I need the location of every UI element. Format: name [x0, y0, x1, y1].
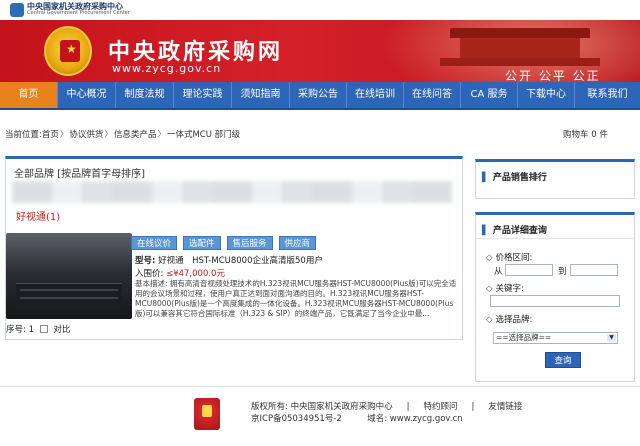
- price-to-label: 到: [558, 267, 567, 277]
- org-name-en: Central Government Procurement Center: [27, 10, 130, 16]
- cart-label: 购物车: [563, 130, 589, 140]
- bullet-icon: ▌: [482, 226, 489, 236]
- sales-ranking-title: 产品销售排行: [492, 173, 547, 183]
- nav-item-downloads[interactable]: 下载中心: [518, 82, 575, 108]
- nav-item-overview[interactable]: 中心概况: [58, 82, 116, 108]
- footer-domain-value: www.zycg.gov.cn: [389, 414, 463, 424]
- nav-item-guides[interactable]: 须知指南: [232, 82, 290, 108]
- online-bargain-button[interactable]: 在线议价: [131, 236, 178, 250]
- breadcrumb-item-agreement[interactable]: 协议供货: [69, 130, 103, 140]
- breadcrumb-item-current: 一体式MCU 部门级: [166, 130, 241, 140]
- price-from-label: 从: [494, 267, 503, 277]
- tiananmen-illustration: [430, 28, 610, 68]
- compare-checkbox[interactable]: [39, 325, 48, 333]
- desc-label: 基本描述:: [135, 279, 168, 288]
- brand-select-label: ◇ 选择品牌:: [486, 315, 533, 325]
- brand-select-value: ==选择品牌==: [496, 333, 552, 342]
- nav-item-regulations[interactable]: 制度法规: [116, 82, 174, 108]
- bullet-icon: ▌: [482, 173, 489, 183]
- product-model: 型号: 好视通 HST-MCU8000企业高清版50用户: [135, 254, 323, 266]
- national-emblem-icon: ★: [44, 26, 92, 76]
- nav-item-announcements[interactable]: 采购公告: [290, 82, 347, 108]
- price-value: ≤¥47,000.0元: [166, 269, 225, 279]
- supplier-button[interactable]: 供应商: [278, 236, 317, 250]
- nav-item-theory[interactable]: 理论实践: [174, 82, 232, 108]
- keyword-input[interactable]: [490, 295, 620, 307]
- chevron-down-icon: ▼: [607, 334, 616, 342]
- site-banner: ★ 中央政府采购网 www.zycg.gov.cn 公开 公平 公正: [0, 20, 640, 82]
- product-price: 入围价: ≤¥47,000.0元: [135, 267, 225, 279]
- diamond-icon: ◇: [486, 284, 493, 294]
- sales-ranking-panel: ▌ 产品销售排行: [475, 159, 635, 199]
- brands-heading: 全部品牌 [按品牌首字母排序]: [14, 169, 145, 180]
- search-button[interactable]: 查询: [545, 352, 581, 368]
- breadcrumb-item-category[interactable]: 信息类产品: [114, 130, 157, 140]
- keyword-label: ◇ 关键字:: [486, 284, 524, 294]
- main-nav: 首页 中心概况 制度法规 理论实践 须知指南 采购公告 在线培训 在线问答 CA…: [0, 82, 640, 110]
- diamond-icon: ◇: [486, 253, 493, 263]
- site-url: www.zycg.gov.cn: [112, 62, 222, 75]
- cart-count: 0: [591, 130, 597, 140]
- org-logo-icon: [10, 3, 24, 17]
- party-emblem-icon: [194, 398, 220, 430]
- nav-item-contact[interactable]: 联系我们: [575, 82, 640, 108]
- footer-copyright: 版权所有: 中央国家机关政府采购中心: [251, 402, 393, 412]
- seq-value: 1: [28, 325, 34, 335]
- price-to-input[interactable]: [570, 264, 618, 276]
- shopping-cart[interactable]: 购物车 0 件: [563, 128, 608, 140]
- select-accessories-button[interactable]: 选配件: [183, 236, 221, 250]
- seq-label: 序号:: [6, 325, 26, 335]
- product-description: 基本描述: 拥有高清音视频处理技术的H.323视讯MCU服务器HST-MCU80…: [135, 279, 460, 319]
- footer-line-2: 京ICP备05034951号-2 域名: www.zycg.gov.cn: [251, 412, 463, 424]
- breadcrumb: 当前位置:首页〉协议供货〉信息类产品〉一体式MCU 部门级: [5, 130, 241, 140]
- nav-item-qa[interactable]: 在线问答: [404, 82, 461, 108]
- product-sequence: 序号: 1 对比: [6, 323, 70, 335]
- product-actions: 在线议价 选配件 售后服务 供应商: [131, 236, 317, 250]
- product-image[interactable]: [6, 233, 132, 319]
- footer-icp: 京ICP备05034951号-2: [251, 414, 342, 424]
- model-value[interactable]: 好视通 HST-MCU8000企业高清版50用户: [158, 256, 323, 266]
- top-strip: 中央国家机关政府采购中心 Central Government Procurem…: [0, 0, 640, 20]
- price-from-input[interactable]: [505, 264, 553, 276]
- footer-link-friends[interactable]: 友情链接: [488, 402, 522, 412]
- banner-motto: 公开 公平 公正: [505, 69, 601, 82]
- footer-domain-label: 域名:: [367, 414, 388, 424]
- brand-select[interactable]: ==选择品牌== ▼: [493, 332, 618, 344]
- product-search-title: 产品详细查询: [492, 226, 547, 236]
- footer-line-1: 版权所有: 中央国家机关政府采购中心 | 特约顾问 | 友情链接: [251, 402, 523, 412]
- price-label: 入围价:: [135, 269, 164, 279]
- breadcrumb-prefix: 当前位置:: [5, 130, 42, 140]
- nav-item-training[interactable]: 在线培训: [347, 82, 404, 108]
- compare-label: 对比: [53, 325, 71, 335]
- nav-item-ca-service[interactable]: CA 服务: [461, 82, 518, 108]
- desc-text: 拥有高清音视频处理技术的H.323视讯MCU服务器HST-MCU8000(Plu…: [135, 279, 457, 318]
- blurred-brand-list: [12, 181, 452, 203]
- footer-link-consultant[interactable]: 特约顾问: [423, 402, 457, 412]
- after-sales-button[interactable]: 售后服务: [226, 236, 273, 250]
- product-listing-panel: 全部品牌 [按品牌首字母排序] 好视通(1) 在线议价 选配件 售后服务 供应商…: [5, 156, 463, 340]
- nav-item-home[interactable]: 首页: [0, 82, 58, 108]
- model-label: 型号:: [135, 256, 156, 266]
- brand-filter-link[interactable]: 好视通(1): [16, 208, 60, 223]
- price-range-label: ◇ 价格区间:: [486, 253, 533, 263]
- cart-unit: 件: [599, 130, 608, 140]
- breadcrumb-item-home[interactable]: 首页: [42, 130, 59, 140]
- diamond-icon: ◇: [486, 315, 493, 325]
